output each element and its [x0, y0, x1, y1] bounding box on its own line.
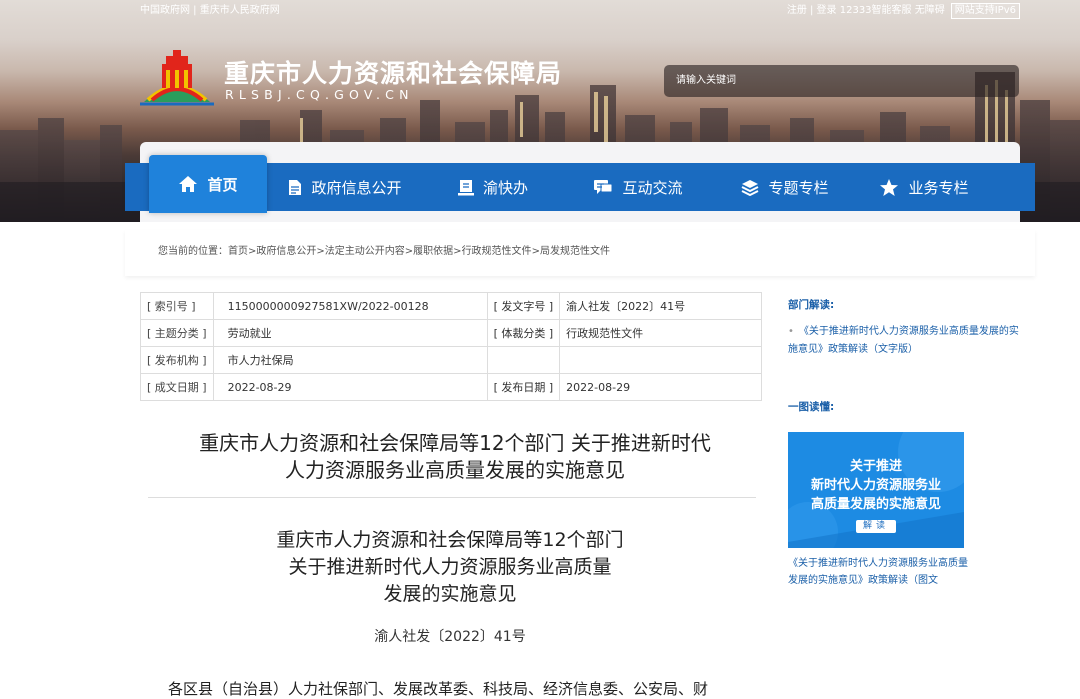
nav-gov-info[interactable]: 政府信息公开: [267, 163, 423, 211]
article-title-line: 重庆市人力资源和社会保障局等12个部门 关于推进新时代: [199, 431, 711, 455]
site-title[interactable]: 重庆市人力资源和社会保障局: [224, 54, 562, 90]
empty-cell: [486, 346, 561, 374]
top-links-left[interactable]: 中国政府网 | 重庆市人民政府网: [140, 3, 280, 19]
card-title-line: 高质量发展的实施意见: [810, 497, 941, 512]
article-title-line: 人力资源服务业高质量发展的实施意见: [285, 458, 625, 482]
search-input[interactable]: 请输入关键词: [664, 65, 1019, 97]
breadcrumb-link[interactable]: 政府信息公开: [256, 246, 316, 257]
org-value: 市人力社保局: [212, 346, 488, 374]
dept-interpretation-link[interactable]: • 《关于推进新时代人力资源服务业高质量发展的实施意见》政策解读（文字版）: [788, 323, 1028, 359]
article-title: 重庆市人力资源和社会保障局等12个部门 关于推进新时代 人力资源服务业高质量发展…: [150, 430, 760, 484]
breadcrumb: 您当前的位置：首页>政府信息公开>法定主动公开内容>履职依据>行政规范性文件>局…: [158, 246, 610, 257]
topic-value: 劳动就业: [212, 319, 488, 347]
nav-label: 业务专栏: [908, 178, 969, 197]
index-label: [ 索引号 ]: [140, 292, 214, 320]
nav-home[interactable]: 首页: [149, 155, 267, 213]
ipv6-badge: 网站支持IPv6: [950, 3, 1020, 19]
article-subtitle-line: 发展的实施意见: [383, 583, 517, 605]
document-number: 渝人社发〔2022〕41号: [374, 629, 526, 645]
table-row: [ 发布机构 ] 市人力社保局: [140, 346, 762, 374]
nav-label: 首页: [207, 175, 238, 194]
home-icon: [179, 176, 198, 192]
service-icon: [457, 179, 474, 195]
gov-portal-links[interactable]: 中国政府网 | 重庆市人民政府网: [140, 5, 280, 16]
article-subtitle-line: 关于推进新时代人力资源服务业高质量: [288, 556, 612, 578]
table-row: [ 成文日期 ] 2022-08-29 [ 发布日期 ] 2022-08-29: [140, 373, 762, 401]
breadcrumb-link[interactable]: 法定主动公开内容: [325, 246, 405, 257]
docno-value: 渝人社发〔2022〕41号: [559, 292, 762, 320]
published-label: [ 发布日期 ]: [486, 373, 561, 401]
infographic-caption-link[interactable]: 《关于推进新时代人力资源服务业高质量发展的实施意见》政策解读（图文: [788, 555, 968, 589]
site-domain: RLSBJ.CQ.GOV.CN: [225, 87, 414, 102]
nav-special-topics[interactable]: 专题专栏: [713, 163, 857, 211]
genre-value: 行政规范性文件: [559, 319, 762, 347]
created-label: [ 成文日期 ]: [140, 373, 214, 401]
docno-label: [ 发文字号 ]: [486, 292, 561, 320]
nav-label: 渝快办: [482, 178, 528, 197]
article-subtitle-line: 重庆市人力资源和社会保障局等12个部门: [276, 529, 624, 551]
article-body: 各区县（自治县）人力社保部门、发展改革委、科技局、经济信息委、公安局、财: [168, 680, 709, 698]
chat-icon: [594, 179, 613, 194]
infographic-card[interactable]: 关于推进 新时代人力资源服务业 高质量发展的实施意见 解读: [788, 432, 964, 548]
genre-label: [ 体裁分类 ]: [486, 319, 561, 347]
dept-interpretation-heading: 部门解读:: [788, 299, 835, 311]
bullet-icon: •: [788, 326, 794, 337]
breadcrumb-prefix: 您当前的位置：: [158, 246, 228, 257]
topic-label: [ 主题分类 ]: [140, 319, 214, 347]
breadcrumb-link[interactable]: 行政规范性文件: [462, 246, 532, 257]
layers-icon: [742, 179, 759, 196]
nav-yukuaiban[interactable]: 渝快办: [423, 163, 563, 211]
table-row: [ 索引号 ] 11500000009275​81XW/2022-00128 […: [140, 292, 762, 320]
nav-business[interactable]: 业务专栏: [857, 163, 991, 211]
dept-link-text[interactable]: 《关于推进新时代人力资源服务业高质量发展的实施意见》政策解读（文字版）: [788, 326, 1019, 355]
empty-cell: [559, 346, 762, 374]
site-logo-icon[interactable]: [140, 50, 214, 106]
divider: [148, 497, 756, 498]
document-meta-table: [ 索引号 ] 11500000009275​81XW/2022-00128 […: [140, 292, 762, 401]
created-value: 2022-08-29: [212, 373, 488, 401]
index-value: 11500000009275​81XW/2022-00128: [212, 292, 488, 320]
main-nav: 首页 政府信息公开 渝快办 互动交流 专题专栏 业务专栏: [125, 155, 1035, 213]
star-icon: [880, 178, 899, 196]
org-label: [ 发布机构 ]: [140, 346, 214, 374]
card-title-line: 新时代人力资源服务业: [810, 478, 941, 493]
breadcrumb-link[interactable]: 局发规范性文件: [540, 246, 610, 257]
breadcrumb-link[interactable]: 履职依据: [413, 246, 453, 257]
document-icon: [289, 179, 302, 195]
top-links-right: 注册 | 登录 12333智能客服 无障碍 网站支持IPv6: [787, 3, 1020, 19]
article-subtitle: 重庆市人力资源和社会保障局等12个部门 关于推进新时代人力资源服务业高质量 发展…: [200, 527, 700, 608]
breadcrumb-link[interactable]: 首页: [228, 246, 248, 257]
nav-interaction[interactable]: 互动交流: [563, 163, 713, 211]
card-read-button[interactable]: 解读: [856, 520, 896, 533]
login-links[interactable]: 注册 | 登录 12333智能客服 无障碍: [787, 5, 945, 16]
infographic-heading: 一图读懂:: [788, 401, 835, 413]
table-row: [ 主题分类 ] 劳动就业 [ 体裁分类 ] 行政规范性文件: [140, 319, 762, 347]
card-title-line: 关于推进: [849, 459, 902, 474]
nav-label: 政府信息公开: [311, 178, 402, 197]
published-value: 2022-08-29: [559, 373, 762, 401]
nav-label: 专题专栏: [768, 178, 829, 197]
nav-label: 互动交流: [622, 178, 683, 197]
